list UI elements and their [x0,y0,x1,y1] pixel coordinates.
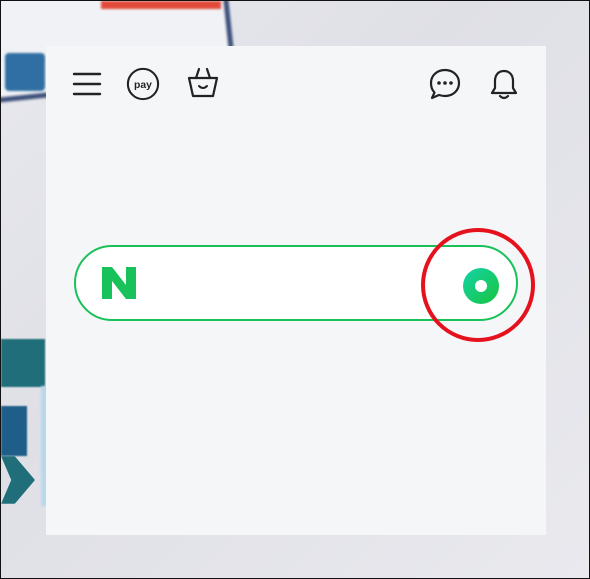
notifications-button[interactable] [487,67,521,101]
naver-logo-icon [102,267,136,299]
chat-bubble-icon [429,68,461,100]
background-block [1,339,45,387]
talk-button[interactable] [428,67,462,101]
pay-button[interactable]: pay [126,67,160,101]
screenshot-frame: pay [0,0,590,579]
background-block [1,456,35,504]
hamburger-icon [72,72,102,96]
shopping-button[interactable] [186,65,220,99]
pay-icon: pay [126,67,160,101]
background-stripe [101,1,221,9]
background-tag [5,53,45,91]
bell-icon [490,69,518,100]
shopping-bag-icon [187,67,219,98]
search-input[interactable] [154,261,458,307]
menu-button[interactable] [70,67,104,101]
highlight-annotation-circle [421,228,535,342]
background-block [1,406,27,456]
pay-label: pay [134,80,152,91]
